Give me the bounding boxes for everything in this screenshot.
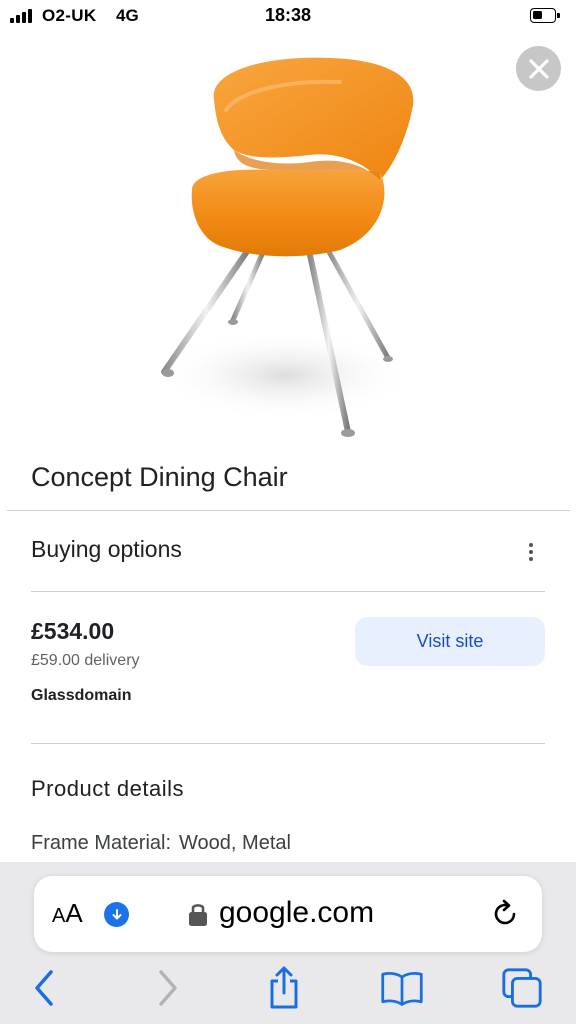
product-details-heading: Product details: [31, 776, 185, 801]
offer-price: £534.00: [31, 618, 115, 644]
back-button[interactable]: [22, 966, 66, 1010]
close-icon: [528, 58, 549, 79]
merchant-name[interactable]: Glassdomain: [31, 687, 131, 705]
page-settings-button[interactable]: AA: [52, 898, 83, 929]
status-time: 18:38: [264, 5, 312, 25]
book-icon: [381, 971, 423, 1006]
section-divider: [7, 510, 570, 511]
detail-row-frame-material: Frame Material: Wood, Metal: [31, 832, 291, 855]
share-button[interactable]: [262, 966, 306, 1010]
close-button[interactable]: [516, 46, 561, 91]
lock-icon: [189, 904, 207, 926]
detail-value: Wood, Metal: [179, 832, 291, 854]
bookmarks-button[interactable]: [380, 966, 424, 1010]
share-icon: [270, 966, 298, 1009]
tabs-button[interactable]: [500, 966, 544, 1010]
visit-site-button[interactable]: Visit site: [355, 617, 545, 666]
chevron-left-icon: [35, 970, 53, 1006]
chevron-right-icon: [159, 970, 177, 1006]
more-options-icon[interactable]: [520, 539, 542, 565]
orange-chair-image: [155, 57, 415, 437]
reload-icon[interactable]: [489, 898, 521, 930]
forward-button[interactable]: [146, 966, 190, 1010]
detail-label: Frame Material:: [31, 832, 172, 854]
battery-icon: [530, 8, 560, 23]
buying-options-heading: Buying options: [31, 536, 182, 562]
url-domain[interactable]: google.com: [219, 896, 374, 930]
section-divider: [31, 743, 545, 744]
product-title: Concept Dining Chair: [31, 462, 288, 492]
section-divider: [31, 591, 545, 592]
status-bar: O2-UK 4G 18:38: [0, 0, 576, 34]
download-badge-icon[interactable]: [104, 902, 129, 927]
delivery-cost: £59.00 delivery: [31, 652, 140, 669]
tabs-icon: [502, 968, 542, 1008]
address-bar[interactable]: AA google.com: [34, 876, 542, 952]
